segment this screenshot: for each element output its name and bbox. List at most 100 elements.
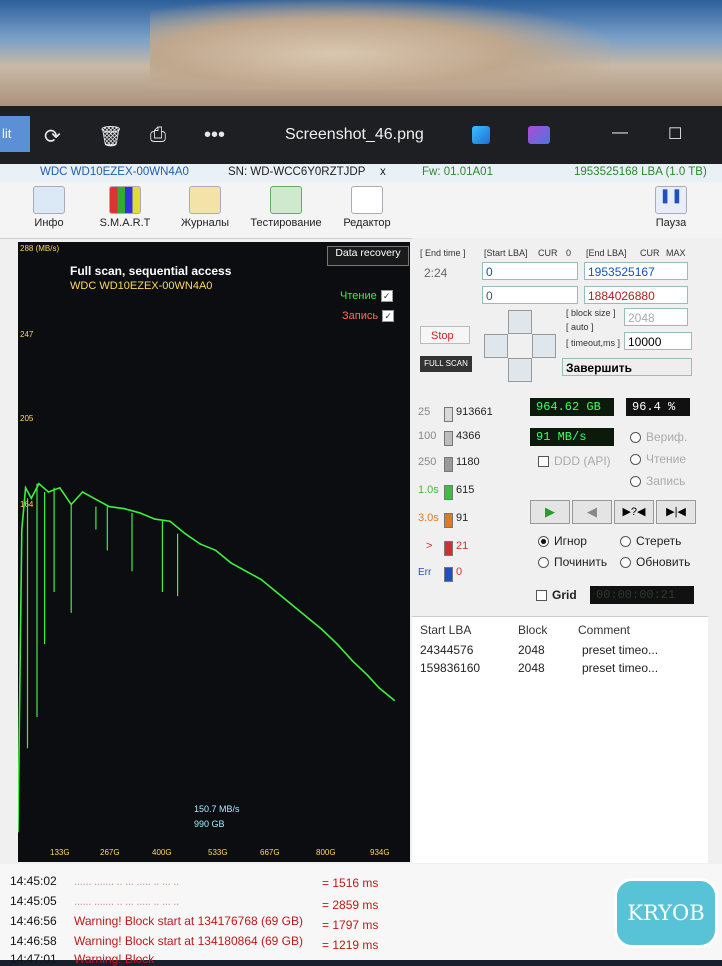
end-cur-button[interactable]: CUR — [640, 248, 660, 258]
tab-editor[interactable]: Редактор — [332, 186, 402, 229]
x-tick: 533G — [208, 848, 228, 857]
end-lba-current: 1884026880 — [584, 286, 688, 304]
tab-testing[interactable]: Тестирование — [246, 186, 326, 229]
log-message: Warning! Block start at 134180864 (69 GB… — [74, 934, 304, 948]
series-line-0 — [18, 482, 395, 832]
test-icon — [270, 186, 302, 214]
full-scan-button[interactable]: FULL SCAN — [420, 356, 472, 372]
data-point — [366, 674, 369, 677]
counter-label: 25 — [418, 406, 431, 418]
dpad-down-button[interactable] — [508, 358, 532, 382]
table-cell: preset timeo... — [582, 661, 659, 675]
repair-label: Починить — [554, 555, 608, 569]
radio-dot — [630, 476, 641, 488]
rotate-icon[interactable]: ⟳ — [44, 124, 61, 149]
start-lba-label: [Start LBA] — [484, 248, 528, 258]
grid-checkbox[interactable]: Grid — [536, 588, 577, 602]
data-point — [93, 497, 95, 500]
start-cur-button[interactable]: CUR — [538, 248, 558, 258]
table-row[interactable]: 24344576 — [420, 643, 473, 657]
block-size-select[interactable]: 2048 — [624, 308, 688, 326]
checkbox-box — [538, 456, 549, 468]
data-point — [336, 643, 339, 645]
ignore-radio[interactable]: Игнор — [538, 534, 587, 548]
data-point — [230, 562, 232, 564]
counter-swatch — [444, 407, 453, 422]
data-point — [123, 507, 126, 510]
data-point — [214, 549, 217, 552]
table-row[interactable]: 159836160 — [420, 661, 480, 675]
counter-label: 100 — [418, 430, 437, 442]
end-lba-label: [End LBA] — [586, 248, 627, 258]
erase-label: Стереть — [636, 534, 682, 548]
percent-display: 96.4 % — [626, 398, 690, 416]
start-zero-button[interactable]: 0 — [566, 248, 571, 258]
counter-swatch — [444, 513, 453, 528]
skip-button[interactable]: ▶?◀ — [614, 500, 654, 524]
tab-logs-label: Журналы — [180, 217, 230, 229]
processed-display: 964.62 GB — [530, 398, 614, 416]
refresh-radio[interactable]: Обновить — [620, 555, 690, 569]
counters-panel: 25 913661 100 4366 250 1180 1.0s 615 3.0s 91 … — [418, 406, 514, 596]
maximize-icon[interactable]: ☐ — [668, 124, 682, 144]
timeout-select[interactable]: 10000 — [624, 332, 692, 350]
log-ms: = 1219 ms — [322, 938, 379, 952]
app-icon-2[interactable] — [528, 126, 550, 144]
data-point — [169, 520, 171, 522]
pause-button[interactable]: ❚❚ Пауза — [636, 186, 706, 229]
erase-radio[interactable]: Стереть — [620, 534, 681, 548]
minimize-icon[interactable]: — — [612, 124, 628, 142]
dpad-up-button[interactable] — [508, 310, 532, 334]
log-time: 14:46:56 — [10, 914, 57, 928]
col-comment: Comment — [578, 623, 631, 637]
dpad-left-button[interactable] — [484, 334, 508, 358]
end-button[interactable]: ▶|◀ — [656, 500, 696, 524]
app-icon-1[interactable] — [472, 126, 490, 144]
tab-info[interactable]: Инфо — [14, 186, 84, 229]
current-speed: 150.7 MB/s — [194, 804, 240, 814]
verify-radio[interactable]: Вериф. — [630, 430, 687, 444]
counter-value: 615 — [456, 484, 475, 496]
block-size-label: [ block size ] — [566, 308, 616, 318]
print-icon[interactable]: ⎙ — [150, 124, 166, 147]
counter-value: 1180 — [456, 456, 480, 468]
counter-250ms: 250 1180 — [418, 456, 480, 472]
ddd-checkbox[interactable]: DDD (API) — [538, 454, 611, 468]
log-time: 14:45:05 — [10, 894, 57, 908]
more-icon[interactable]: ••• — [204, 124, 225, 147]
log-message: Warning! Block — [74, 952, 155, 966]
end-max-button[interactable]: MAX — [666, 248, 686, 258]
end-time-label: [ End time ] — [420, 248, 466, 258]
write-radio[interactable]: Запись — [630, 474, 685, 488]
counter-label: Err — [418, 567, 432, 578]
log-message: ...... ....... .. ... ..... .. ... .. — [74, 894, 179, 908]
repair-radio[interactable]: Починить — [538, 555, 607, 569]
play-button[interactable]: ▶ — [530, 500, 570, 524]
finish-select[interactable]: Завершить — [562, 358, 692, 376]
stop-button[interactable]: Stop — [420, 326, 470, 344]
counter-value: 913661 — [456, 406, 493, 418]
end-lba-input[interactable]: 1953525167 — [584, 262, 688, 280]
log-time: 14:47:01 — [10, 952, 57, 966]
counter-swatch — [444, 457, 453, 472]
counter-swatch — [444, 541, 453, 556]
direction-pad — [484, 310, 556, 382]
drive-close-button[interactable]: x — [380, 166, 386, 178]
edit-button[interactable]: lit — [0, 116, 30, 152]
ddd-label: DDD (API) — [554, 454, 611, 468]
verify-label: Вериф. — [646, 430, 688, 444]
x-tick: 133G — [50, 848, 70, 857]
trash-icon[interactable]: 🗑 — [98, 124, 123, 149]
speed-display: 91 MB/s — [530, 428, 614, 446]
data-point — [24, 487, 27, 489]
tab-logs[interactable]: Журналы — [170, 186, 240, 229]
start-lba-input[interactable]: 0 — [482, 262, 578, 280]
read-radio[interactable]: Чтение — [630, 452, 686, 466]
checkbox-box — [536, 590, 547, 602]
dpad-right-button[interactable] — [532, 334, 556, 358]
back-button[interactable]: ◀ — [572, 500, 612, 524]
data-point — [321, 628, 323, 631]
data-point — [245, 570, 247, 572]
radio-dot — [538, 536, 549, 548]
tab-smart[interactable]: S.M.A.R.T — [90, 186, 160, 229]
